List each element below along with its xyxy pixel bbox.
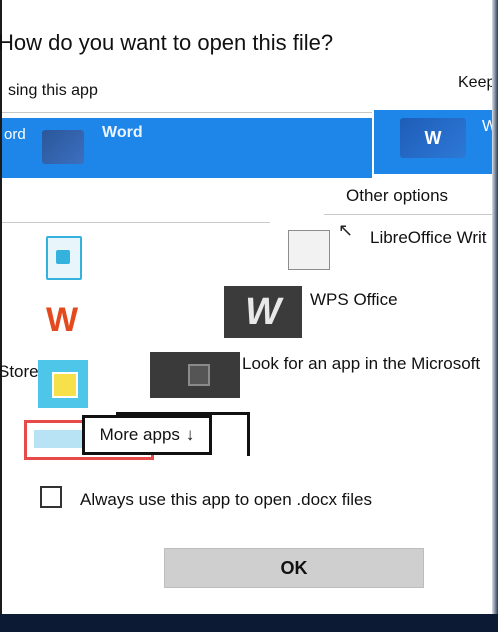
app-option-store-fragment[interactable]: Store: [0, 362, 39, 382]
word-icon: [42, 130, 84, 164]
app-option-wps-office[interactable]: WPS Office: [310, 290, 398, 310]
cursor-icon: ↖: [338, 220, 354, 240]
keep-using-label-left: sing this app: [8, 82, 98, 99]
wps-office-icon[interactable]: W: [40, 300, 84, 340]
open-with-dialog: How do you want to open this file? sing …: [0, 0, 498, 632]
divider: [324, 214, 498, 215]
microsoft-store-icon[interactable]: [38, 360, 88, 408]
wps-office-icon[interactable]: W: [224, 286, 302, 338]
more-apps-button[interactable]: More apps ↓: [82, 415, 212, 455]
document-icon[interactable]: [46, 236, 82, 280]
libreoffice-icon[interactable]: [288, 230, 330, 270]
always-use-label[interactable]: Always use this app to open .docx files: [80, 490, 372, 510]
selected-app-label-fragment: ord: [4, 126, 26, 143]
divider: [2, 112, 372, 113]
taskbar-edge: [0, 614, 498, 632]
selected-app-name: Word: [102, 124, 143, 141]
window-edge: [492, 0, 498, 632]
divider: [2, 222, 270, 223]
dialog-title: How do you want to open this file?: [0, 30, 334, 55]
always-use-checkbox[interactable]: [40, 486, 62, 508]
ok-label: OK: [280, 557, 308, 578]
microsoft-store-icon[interactable]: [150, 352, 240, 398]
word-icon: W: [400, 118, 466, 158]
app-option-microsoft-store[interactable]: Look for an app in the Microsoft: [242, 354, 480, 374]
more-apps-label: More apps: [99, 425, 180, 444]
other-options-heading: Other options: [346, 186, 449, 205]
app-option-libreoffice[interactable]: LibreOffice Writ: [370, 228, 487, 248]
ok-button[interactable]: OK: [164, 548, 424, 588]
chevron-down-icon: ↓: [185, 425, 195, 444]
